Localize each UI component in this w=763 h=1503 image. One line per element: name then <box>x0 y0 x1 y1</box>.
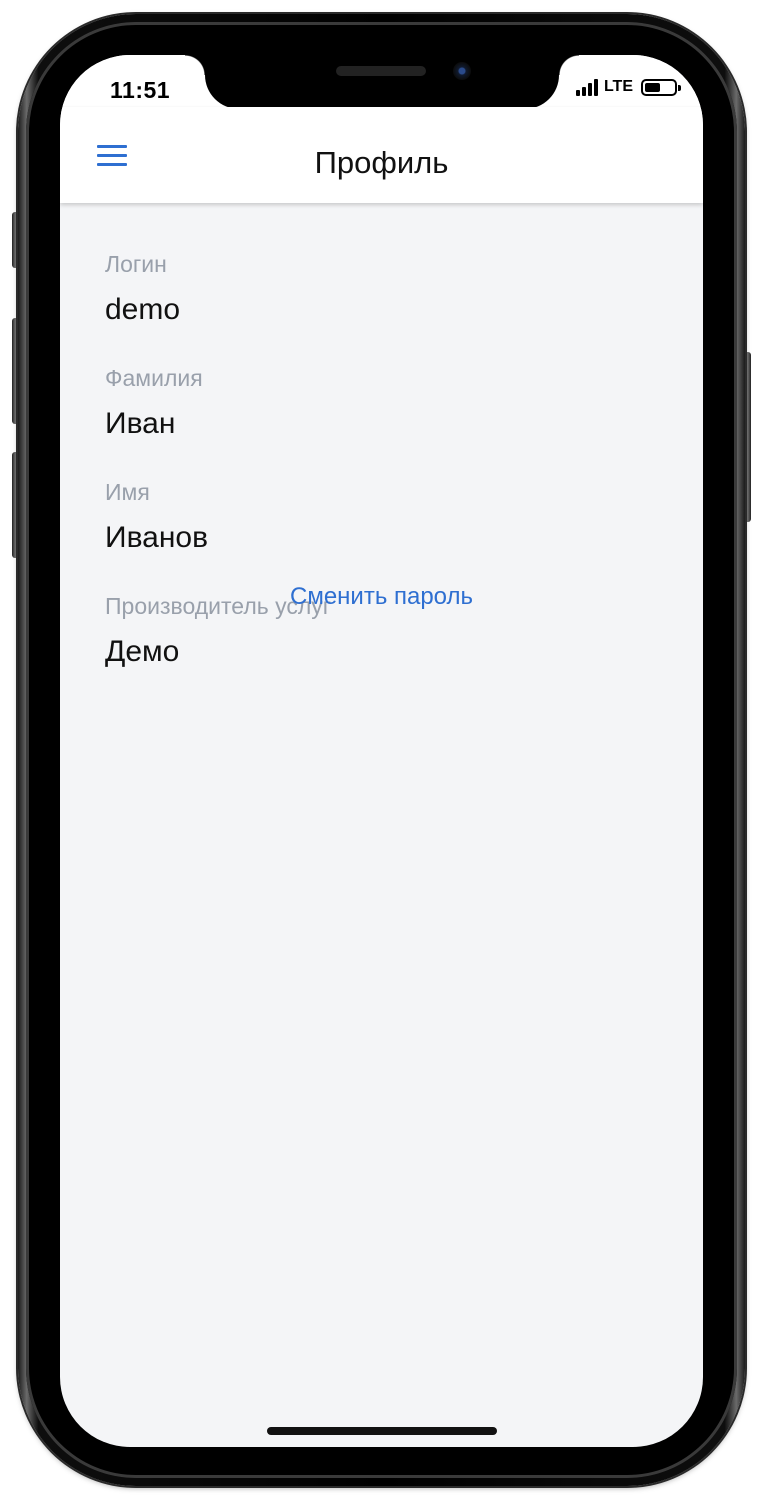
field-value: Демо <box>105 635 180 668</box>
battery-cap <box>678 84 681 91</box>
device-mockup: 11:51 LTE Профиль Логин demo Фамилия Ива… <box>0 0 763 1503</box>
battery-icon <box>641 78 681 96</box>
field-label: Фамилия <box>105 365 203 391</box>
status-indicators: LTE <box>575 78 681 96</box>
phone-screen: 11:51 LTE Профиль Логин demo Фамилия Ива… <box>60 55 703 1447</box>
app-header: Профиль <box>60 107 703 203</box>
network-type: LTE <box>603 78 633 95</box>
display-notch <box>185 55 579 109</box>
field-label: Логин <box>105 251 167 277</box>
profile-field-first-name: Имя Иванов <box>105 431 665 554</box>
status-time: 11:51 <box>110 77 171 103</box>
power-button <box>744 352 751 522</box>
field-label: Имя <box>105 479 150 505</box>
home-indicator[interactable] <box>267 1427 497 1435</box>
change-password-link[interactable]: Сменить пароль <box>60 583 703 611</box>
page-title: Профиль <box>314 145 449 180</box>
battery-level-fill <box>645 82 660 92</box>
front-camera <box>453 62 471 80</box>
profile-field-last-name: Фамилия Иван <box>105 317 665 440</box>
profile-field-login: Логин demo <box>105 203 665 326</box>
earpiece-speaker <box>336 66 426 76</box>
cellular-signal-icon <box>575 78 598 96</box>
